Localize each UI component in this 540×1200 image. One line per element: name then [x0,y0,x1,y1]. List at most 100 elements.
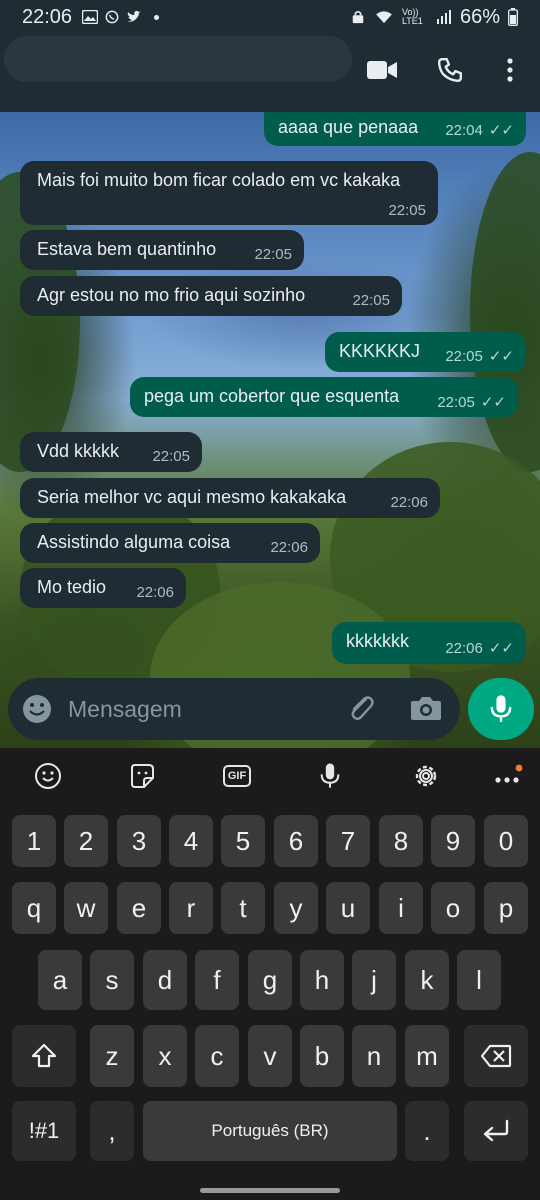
key[interactable]: c [195,1025,239,1087]
key[interactable]: g [248,950,292,1010]
lock-icon [352,10,364,24]
gif-label: GIF [222,765,252,787]
status-bar: 22:06 Vo)) LTE1 66% [0,0,540,34]
key[interactable]: x [143,1025,187,1087]
message-text: Assistindo alguma coisa [37,532,231,552]
message-text: Mais foi muito bom ficar colado em vc ka… [37,170,401,190]
backspace-key[interactable] [464,1025,528,1087]
key[interactable]: 9 [431,815,475,867]
emoji-icon[interactable] [32,760,64,792]
key[interactable]: l [457,950,501,1010]
key[interactable]: h [300,950,344,1010]
key[interactable]: n [352,1025,396,1087]
key[interactable]: 7 [326,815,370,867]
sticker-icon[interactable] [126,760,158,792]
key[interactable]: 2 [64,815,108,867]
whatsapp-icon [105,10,119,24]
videocam-icon[interactable] [364,52,400,88]
lte-label: Vo)) LTE1 [401,7,423,26]
message-text: pega um cobertor que esquenta [144,386,400,406]
key[interactable]: i [379,882,423,934]
message-bubble[interactable]: KKKKKKJ 22:05 ✓✓ [325,332,526,372]
message-text: kkkkkkk [346,631,409,651]
screen: 22:06 Vo)) LTE1 66% aaaa que penaaa 22:0… [0,0,540,1200]
message-bubble[interactable]: kkkkkkk 22:06 ✓✓ [332,622,526,664]
message-text: Mo tedio [37,577,107,597]
key[interactable]: 1 [12,815,56,867]
key[interactable]: 6 [274,815,318,867]
message-bubble[interactable]: Seria melhor vc aqui mesmo kakakaka 22:0… [20,478,440,518]
settings-icon[interactable] [410,760,442,792]
message-composer[interactable]: Mensagem [8,678,460,740]
message-bubble[interactable]: aaaa que penaaa 22:04 ✓✓ [264,112,526,146]
key[interactable]: 0 [484,815,528,867]
more-vert-icon[interactable] [492,52,528,88]
battery-icon [508,8,518,26]
key[interactable]: q [12,882,56,934]
message-bubble[interactable]: Vdd kkkkk 22:05 [20,432,202,472]
key[interactable]: 5 [221,815,265,867]
key[interactable]: w [64,882,108,934]
battery-level: 66% [459,5,500,28]
shift-key[interactable] [12,1025,76,1087]
key[interactable]: v [248,1025,292,1087]
dot-icon [154,14,160,20]
key[interactable]: k [405,950,449,1010]
key[interactable]: 4 [169,815,213,867]
camera-icon[interactable] [410,695,442,726]
key[interactable]: j [352,950,396,1010]
wifi-icon [376,11,392,24]
message-meta: 22:05 [254,246,292,263]
key[interactable]: 8 [379,815,423,867]
key[interactable]: p [484,882,528,934]
key[interactable]: o [431,882,475,934]
home-indicator[interactable] [200,1188,340,1193]
message-text: KKKKKKJ [339,341,421,361]
message-text: Seria melhor vc aqui mesmo kakakaka [37,487,347,507]
key[interactable]: 3 [117,815,161,867]
message-bubble[interactable]: Mais foi muito bom ficar colado em vc ka… [20,161,438,225]
key[interactable]: y [274,882,318,934]
key[interactable]: e [117,882,161,934]
symbols-key[interactable]: !#1 [12,1101,76,1161]
period-key[interactable]: . [405,1101,449,1161]
emoji-icon[interactable] [22,694,52,729]
message-bubble[interactable]: Agr estou no mo frio aqui sozinho 22:05 [20,276,402,316]
key[interactable]: s [90,950,134,1010]
message-input[interactable]: Mensagem [68,696,182,723]
message-bubble[interactable]: Mo tedio 22:06 [20,568,186,608]
phone-icon[interactable] [432,52,468,88]
attach-icon[interactable] [346,693,376,728]
gif-icon[interactable]: GIF [220,760,254,792]
mic-icon[interactable] [314,760,346,792]
message-time: 22:06 [136,584,174,601]
voice-record-button[interactable] [468,678,534,740]
key[interactable]: t [221,882,265,934]
contact-info[interactable] [4,36,352,82]
key[interactable]: r [169,882,213,934]
gallery-icon [82,10,99,24]
message-time: 22:05 [254,246,292,263]
key[interactable]: u [326,882,370,934]
message-bubble[interactable]: pega um cobertor que esquenta 22:05 ✓✓ [130,377,518,417]
keyboard: GIF 1 2 3 4 5 6 7 8 9 0 q w e r t y u i … [0,748,540,1200]
signal-icon [436,10,451,24]
key[interactable]: m [405,1025,449,1087]
message-time: 22:05 [388,202,426,219]
chat-area[interactable]: aaaa que penaaa 22:04 ✓✓ Mais foi muito b… [0,112,540,748]
message-time: 22:04 [445,121,483,139]
more-horiz-icon[interactable] [492,760,524,792]
key[interactable]: a [38,950,82,1010]
message-time: 22:05 [437,393,475,411]
message-bubble[interactable]: Estava bem quantinho 22:05 [20,230,304,270]
key[interactable]: z [90,1025,134,1087]
comma-key[interactable]: , [90,1101,134,1161]
message-bubble[interactable]: Assistindo alguma coisa 22:06 [20,523,320,563]
enter-key[interactable] [464,1101,528,1161]
space-key[interactable]: Português (BR) [143,1101,397,1161]
key[interactable]: b [300,1025,344,1087]
key[interactable]: d [143,950,187,1010]
message-meta: 22:06 ✓✓ [445,639,514,658]
key[interactable]: f [195,950,239,1010]
message-text: Estava bem quantinho [37,239,217,259]
